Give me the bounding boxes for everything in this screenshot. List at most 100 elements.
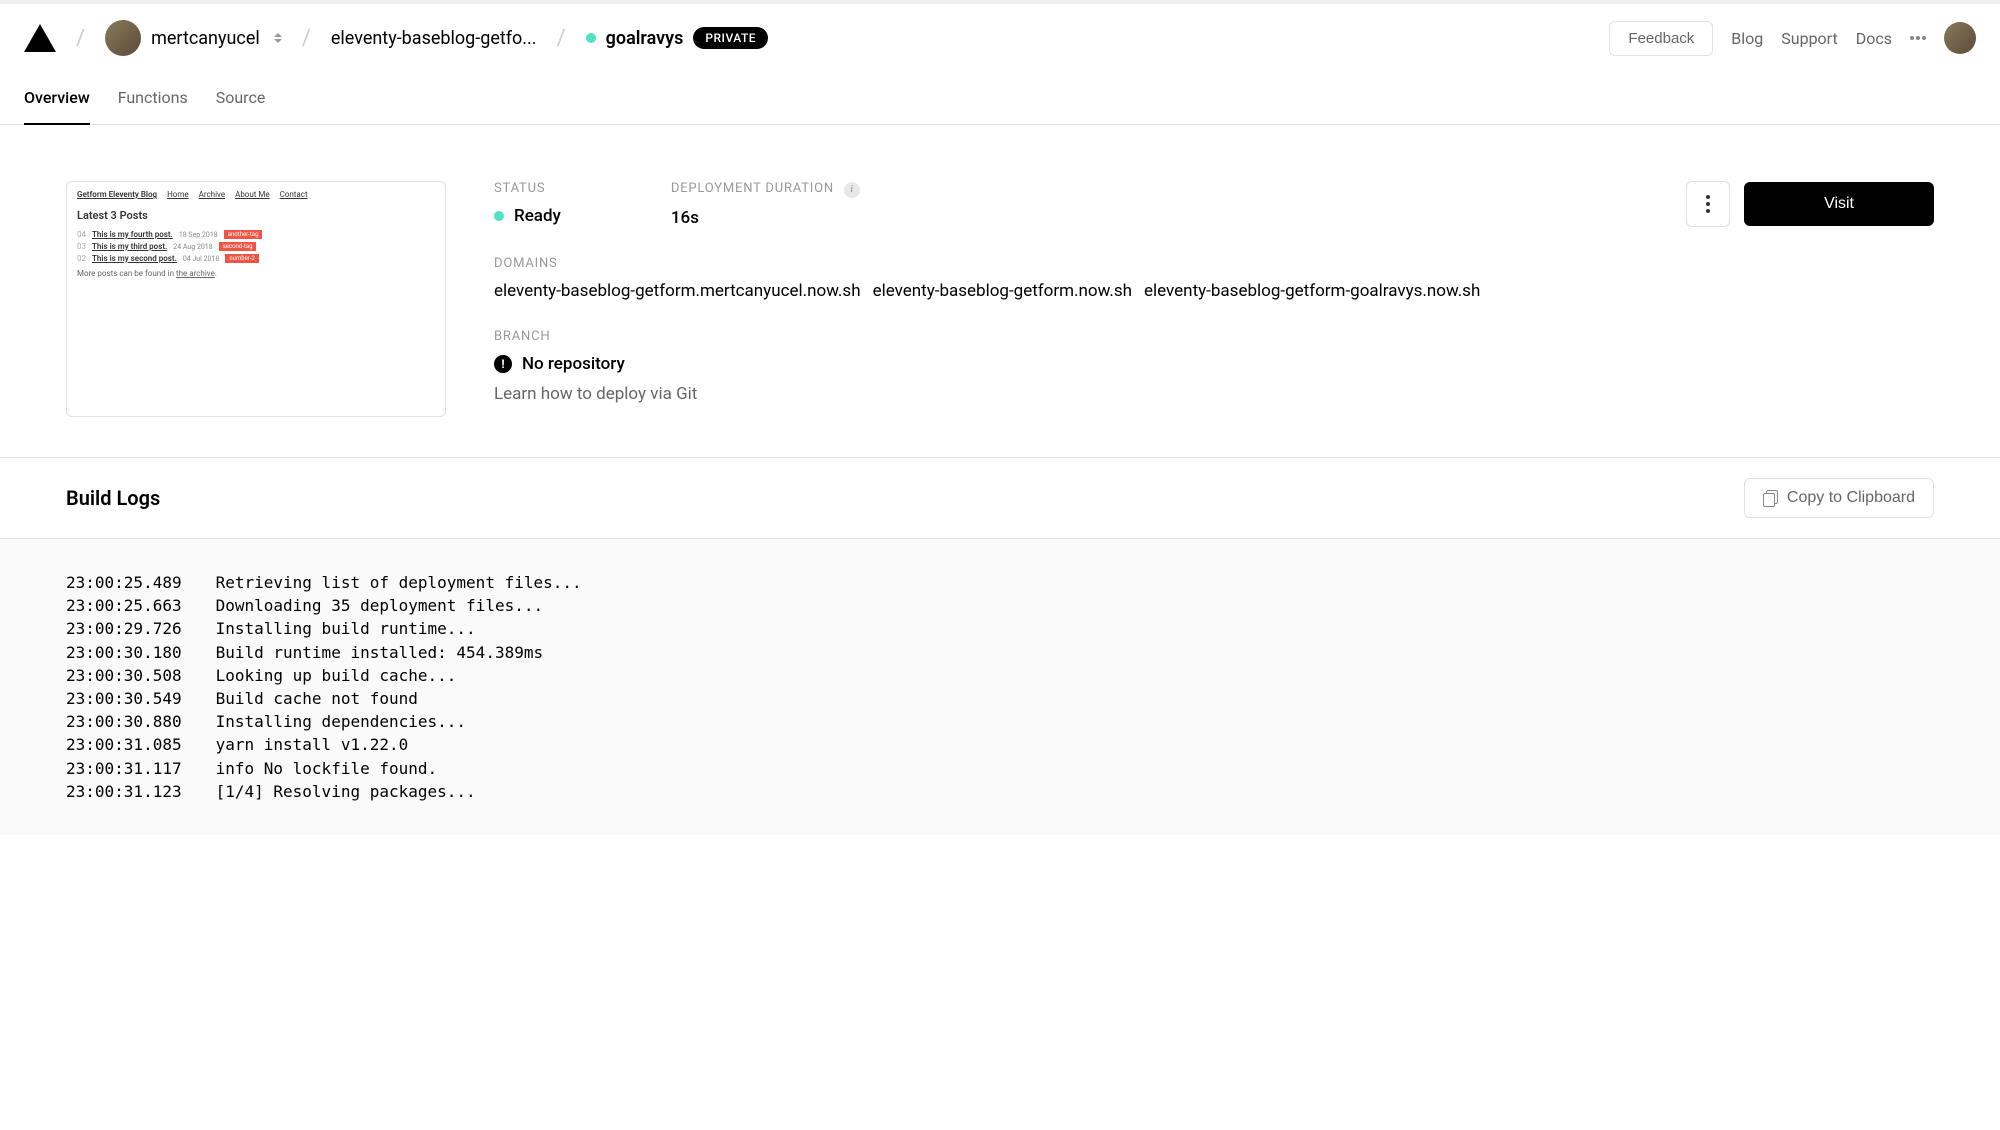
deployment-menu-button[interactable] — [1686, 181, 1730, 227]
preview-nav-link: Archive — [199, 190, 225, 199]
tab-overview[interactable]: Overview — [24, 72, 90, 125]
breadcrumb-slash: / — [76, 26, 85, 51]
log-line: 23:00:29.726Installing build runtime... — [66, 617, 1934, 640]
post-num: 02 — [77, 254, 86, 263]
build-logs: 23:00:25.489Retrieving list of deploymen… — [0, 539, 2000, 835]
feedback-button[interactable]: Feedback — [1609, 21, 1713, 56]
preview-nav: Getform Eleventy Blog Home Archive About… — [77, 190, 435, 199]
log-timestamp: 23:00:30.180 — [66, 641, 182, 664]
preview-footer-link: the archive — [176, 269, 215, 278]
log-line: 23:00:30.180 Build runtime installed: 454… — [66, 641, 1934, 664]
log-line: 23:00:31.123[1/4] Resolving packages... — [66, 780, 1934, 803]
account-avatar[interactable] — [1944, 22, 1976, 54]
domain-link[interactable]: eleventy-baseblog-getform.now.sh — [873, 281, 1132, 301]
branch-block: BRANCH ! No repository Learn how to depl… — [494, 329, 1934, 404]
header-right: Feedback Blog Support Docs — [1609, 21, 1976, 56]
log-line: 23:00:25.489Retrieving list of deploymen… — [66, 571, 1934, 594]
log-timestamp: 23:00:31.117 — [66, 757, 182, 780]
nav-link-blog[interactable]: Blog — [1731, 29, 1763, 48]
log-line: 23:00:30.508Looking up build cache... — [66, 664, 1934, 687]
post-date: 18 Sep 2018 — [179, 231, 218, 239]
post-date: 04 Jul 2018 — [183, 255, 220, 263]
post-num: 04 — [77, 230, 86, 239]
breadcrumb-slash: / — [302, 26, 311, 51]
domains-label: DOMAINS — [494, 256, 1934, 271]
more-menu-icon[interactable] — [1910, 36, 1926, 40]
preview-footer: More posts can be found in the archive. — [77, 269, 435, 278]
log-message: Downloading 35 deployment files... — [216, 594, 544, 617]
post-tag: number-2 — [225, 254, 259, 263]
duration-value: 16s — [671, 208, 860, 228]
log-message: Build cache not found — [216, 687, 418, 710]
visit-button[interactable]: Visit — [1744, 182, 1934, 226]
header: / mertcanyucel / eleventy-baseblog-getfo… — [0, 0, 2000, 72]
log-message: Installing dependencies... — [216, 710, 466, 733]
deployment-preview[interactable]: Getform Eleventy Blog Home Archive About… — [66, 181, 446, 417]
log-message: Looking up build cache... — [216, 664, 457, 687]
build-logs-header: Build Logs Copy to Clipboard — [0, 457, 2000, 539]
log-message: [1/4] Resolving packages... — [216, 780, 476, 803]
preview-site-title: Getform Eleventy Blog — [77, 190, 157, 199]
log-timestamp: 23:00:29.726 — [66, 617, 182, 640]
domains-block: DOMAINS eleventy-baseblog-getform.mertca… — [494, 256, 1934, 301]
deployment-details: STATUS Ready DEPLOYMENT DURATION i 16s V… — [494, 181, 1934, 417]
scope-switcher-icon[interactable] — [274, 33, 282, 43]
post-date: 24 Aug 2018 — [173, 243, 212, 251]
nav-link-support[interactable]: Support — [1781, 29, 1837, 48]
status-text: Ready — [514, 206, 561, 226]
tab-functions[interactable]: Functions — [118, 72, 188, 124]
preview-nav-link: Contact — [280, 190, 308, 199]
nav-link-docs[interactable]: Docs — [1856, 29, 1892, 48]
branch-label: BRANCH — [494, 329, 1934, 344]
status-block: STATUS Ready — [494, 181, 561, 226]
status-value: Ready — [494, 206, 561, 226]
deployment-name-text: goalravys — [606, 28, 684, 49]
log-line: 23:00:31.117 info No lockfile found. — [66, 757, 1934, 780]
preview-footer-text: More posts can be found in — [77, 269, 176, 278]
tab-source[interactable]: Source — [216, 72, 266, 124]
log-message: info No lockfile found. — [216, 757, 438, 780]
branch-row: ! No repository — [494, 354, 1934, 374]
git-help-link[interactable]: Learn how to deploy via Git — [494, 384, 1934, 404]
vercel-logo-icon[interactable] — [24, 24, 56, 52]
domain-link[interactable]: eleventy-baseblog-getform.mertcanyucel.n… — [494, 281, 861, 301]
preview-post: 03 This is my third post. 24 Aug 2018 se… — [77, 242, 435, 251]
copy-label: Copy to Clipboard — [1787, 489, 1915, 507]
duration-block: DEPLOYMENT DURATION i 16s — [671, 181, 860, 228]
log-message: Build runtime installed: 454.389ms — [216, 641, 544, 664]
info-icon[interactable]: i — [844, 182, 860, 198]
log-timestamp: 23:00:25.663 — [66, 594, 182, 617]
deployment-overview: Getform Eleventy Blog Home Archive About… — [0, 125, 2000, 457]
warning-icon: ! — [494, 355, 512, 373]
breadcrumb-deployment[interactable]: goalravys PRIVATE — [586, 27, 768, 49]
log-timestamp: 23:00:31.085 — [66, 733, 182, 756]
log-line: 23:00:31.085 yarn install v1.22.0 — [66, 733, 1934, 756]
status-dot-icon — [494, 211, 504, 221]
build-logs-title: Build Logs — [66, 486, 160, 510]
post-title: This is my fourth post. — [92, 230, 173, 239]
preview-post: 02 This is my second post. 04 Jul 2018 n… — [77, 254, 435, 263]
breadcrumb-scope[interactable]: mertcanyucel — [105, 20, 282, 56]
user-avatar — [105, 20, 141, 56]
post-title: This is my second post. — [92, 254, 177, 263]
log-line: 23:00:25.663 Downloading 35 deployment fi… — [66, 594, 1934, 617]
log-message: yarn install v1.22.0 — [216, 733, 409, 756]
status-label: STATUS — [494, 181, 561, 196]
duration-label-text: DEPLOYMENT DURATION — [671, 181, 834, 196]
status-dot-icon — [586, 33, 596, 43]
domains-list: eleventy-baseblog-getform.mertcanyucel.n… — [494, 281, 1934, 301]
post-num: 03 — [77, 242, 86, 251]
project-name-text: eleventy-baseblog-getfo... — [331, 28, 537, 49]
preview-heading: Latest 3 Posts — [77, 209, 435, 222]
log-timestamp: 23:00:30.549 — [66, 687, 182, 710]
domain-link[interactable]: eleventy-baseblog-getform-goalravys.now.… — [1144, 281, 1480, 301]
breadcrumb-project[interactable]: eleventy-baseblog-getfo... — [331, 28, 537, 49]
tabs: Overview Functions Source — [0, 72, 2000, 125]
branch-value: No repository — [522, 354, 625, 374]
log-timestamp: 23:00:30.880 — [66, 710, 182, 733]
deployment-actions: Visit — [1686, 181, 1934, 227]
post-title: This is my third post. — [92, 242, 167, 251]
breadcrumb-slash: / — [557, 26, 566, 51]
copy-clipboard-button[interactable]: Copy to Clipboard — [1744, 478, 1934, 518]
post-tag: another-tag — [224, 230, 263, 239]
